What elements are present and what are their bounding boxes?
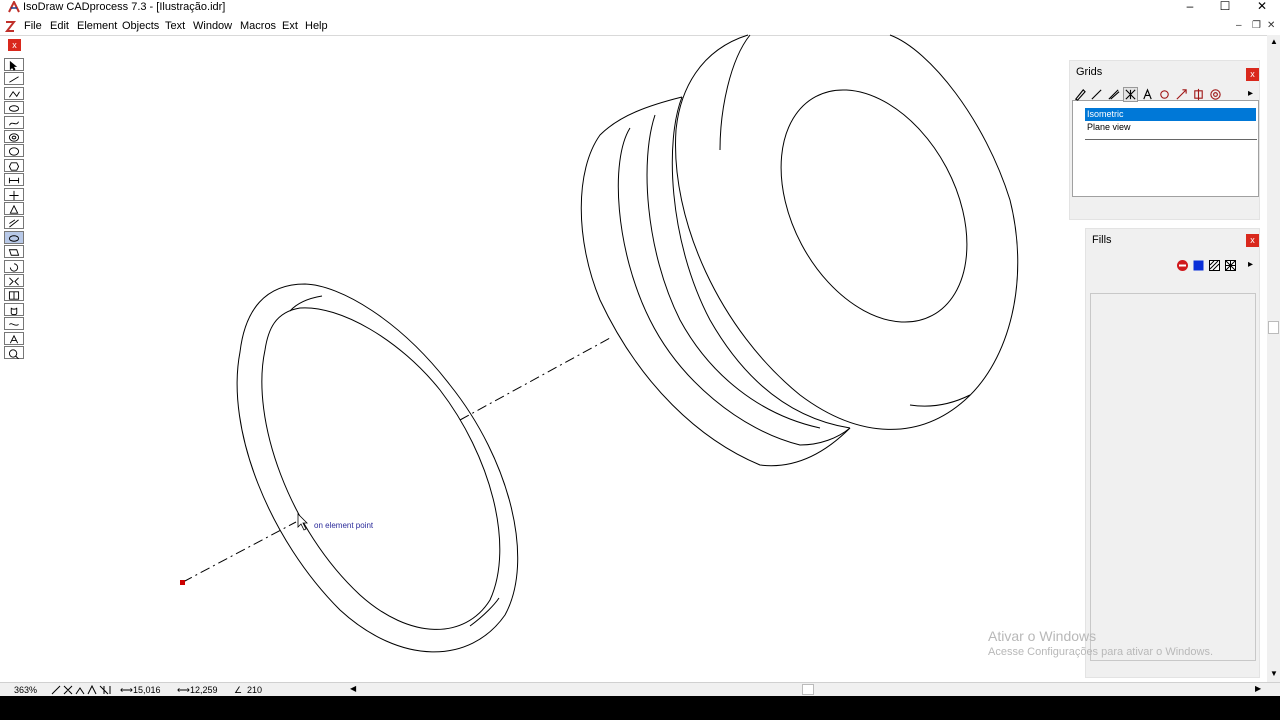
grid-item-isometric[interactable]: Isometric: [1085, 108, 1256, 121]
scroll-down-icon[interactable]: ▼: [1270, 669, 1278, 678]
watermark-line-1: Ativar o Windows: [988, 628, 1097, 644]
cylinder-icon: [10, 307, 18, 315]
grids-more-button[interactable]: ▸: [1243, 87, 1258, 102]
break-icon: [9, 323, 19, 326]
watermark-line-2: Acesse Configurações para ativar o Windo…: [988, 646, 1213, 658]
scroll-up-icon[interactable]: ▲: [1270, 37, 1278, 46]
snap-start-point: [180, 580, 185, 585]
snap-modes-icon: [51, 684, 111, 695]
group-icon: [8, 291, 20, 301]
iso-rect-tool[interactable]: [4, 245, 24, 259]
text-tool[interactable]: [4, 331, 24, 345]
ring-outer-edge: [236, 283, 519, 653]
center-axis-line: [182, 337, 611, 583]
settings-icon[interactable]: [1208, 87, 1223, 102]
angle-icon: ∠: [234, 685, 243, 695]
iso-ellipse-tool[interactable]: [4, 130, 24, 143]
list-divider: [1085, 139, 1257, 140]
horizontal-scrollbar[interactable]: ◀ ▶: [348, 683, 1267, 696]
pen-icon[interactable]: [1072, 87, 1087, 102]
fills-panel-close-button[interactable]: x: [1246, 234, 1259, 247]
iso-ellipse-2-tool[interactable]: [4, 144, 24, 158]
zoom-grid-icon[interactable]: [1157, 87, 1172, 102]
scroll-left-icon[interactable]: ◀: [350, 684, 356, 693]
dimension-icon: [8, 177, 20, 184]
align-icon: [9, 190, 19, 200]
grids-panel-close-button[interactable]: x: [1246, 68, 1259, 81]
line-tool[interactable]: [4, 72, 24, 86]
mirror-icon: [9, 277, 19, 286]
vertical-scroll-thumb[interactable]: [1268, 321, 1279, 334]
ellipse-icon: [8, 105, 20, 112]
transform-icon[interactable]: [1191, 87, 1206, 102]
text-a-icon[interactable]: [1140, 87, 1155, 102]
fill-tool[interactable]: [4, 202, 24, 215]
snap-hint-label: on element point: [314, 521, 374, 530]
angle-value: 210: [247, 685, 263, 695]
iso-ellipse-icon: [8, 133, 20, 142]
polygon-icon: [8, 162, 20, 171]
cylinder-tool[interactable]: [4, 302, 24, 316]
text-icon: [9, 334, 19, 343]
toolbox-close-button[interactable]: x: [8, 39, 21, 51]
x-coord-icon: ⟷: [120, 685, 133, 695]
ellipse-tool[interactable]: [4, 101, 24, 115]
toolbox: x: [4, 38, 24, 360]
polygon-tool[interactable]: [4, 158, 24, 172]
x-coordinate: 15,016: [133, 685, 161, 695]
iso-circle-icon: [8, 235, 20, 242]
fills-swatch-area[interactable]: [1090, 293, 1256, 661]
y-coord-icon: ⟷: [177, 685, 190, 695]
dimension-tool[interactable]: [4, 173, 24, 187]
fills-panel-title: Fills: [1092, 234, 1112, 246]
ring-inner-edge: [261, 307, 501, 630]
hatch-tool[interactable]: [4, 216, 24, 230]
grids-panel: Grids x Isometric Plane view ▸: [1069, 60, 1260, 220]
vertical-scrollbar[interactable]: ▲ ▼: [1267, 35, 1280, 682]
grids-list[interactable]: Isometric Plane view: [1072, 100, 1259, 197]
bushing-bore: [780, 89, 968, 323]
grid-item-plane-view[interactable]: Plane view: [1085, 121, 1256, 134]
mirror-tool[interactable]: [4, 274, 24, 287]
align-tool[interactable]: [4, 187, 24, 201]
pattern-fill-icon[interactable]: [1223, 258, 1238, 273]
grid-pattern-icon[interactable]: [1123, 87, 1138, 102]
line-icon[interactable]: [1106, 87, 1121, 102]
fills-panel: Fills x ▸: [1085, 228, 1260, 678]
bezier-tool[interactable]: [4, 115, 24, 129]
group-tool[interactable]: [4, 288, 24, 302]
mouse-cursor-icon: [297, 513, 308, 531]
line-icon: [9, 76, 19, 84]
dashed-line-icon[interactable]: [1089, 87, 1104, 102]
hatch-icon: [9, 219, 19, 228]
taskbar: [0, 696, 1280, 720]
no-fill-icon[interactable]: [1175, 258, 1190, 273]
zoom-icon: [8, 349, 19, 359]
scroll-right-icon[interactable]: ▶: [1255, 684, 1261, 693]
break-tool[interactable]: [4, 317, 24, 331]
grids-panel-title: Grids: [1076, 66, 1103, 78]
bezier-icon: [9, 121, 19, 126]
iso-circle-tool[interactable]: [4, 230, 24, 244]
iso-ellipse-2-icon: [8, 147, 20, 156]
pointer-icon: [9, 60, 18, 71]
fill-icon: [9, 204, 19, 214]
zoom-level[interactable]: 363%: [14, 684, 37, 696]
fills-more-button[interactable]: ▸: [1243, 258, 1258, 273]
solid-fill-icon[interactable]: [1191, 258, 1206, 273]
pointer-tool[interactable]: [4, 58, 24, 71]
zoom-tool[interactable]: [4, 346, 24, 359]
horizontal-scroll-thumb[interactable]: [802, 684, 814, 695]
windows-activation-watermark: Ativar o Windows Acesse Configurações pa…: [988, 628, 1213, 658]
hatch-fill-icon[interactable]: [1207, 258, 1222, 273]
snap-mode-icons[interactable]: [50, 684, 118, 696]
rotate-icon: [9, 262, 19, 272]
polyline-tool[interactable]: [4, 86, 24, 100]
arrow-icon[interactable]: [1174, 87, 1189, 102]
polyline-icon: [9, 90, 20, 98]
y-coordinate: 12,259: [190, 685, 218, 695]
iso-rect-icon: [8, 249, 20, 256]
rotate-tool[interactable]: [4, 259, 24, 273]
